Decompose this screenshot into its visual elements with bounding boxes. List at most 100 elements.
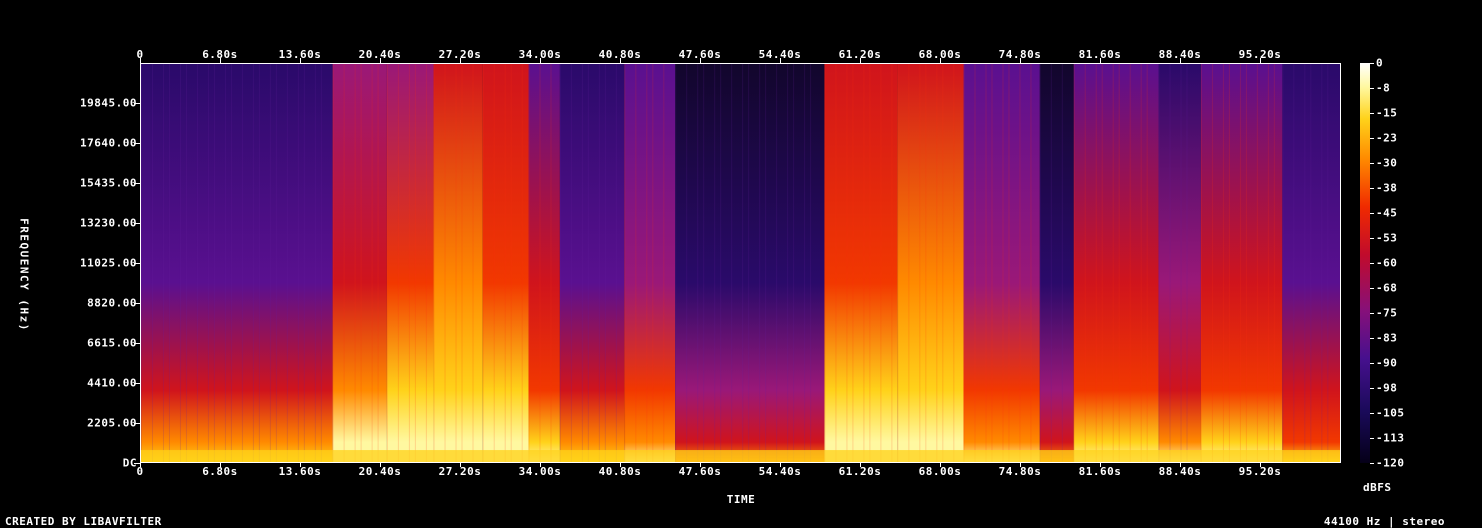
spectrogram-streak bbox=[151, 64, 153, 462]
colorbar-tick-mark bbox=[1370, 188, 1374, 189]
spectrogram-streak bbox=[377, 64, 379, 462]
y-tick-label: 19845.00 bbox=[80, 96, 137, 110]
x-tick-mark bbox=[220, 463, 221, 467]
colorbar-tick-label: -120 bbox=[1376, 456, 1405, 470]
spectrogram-streak bbox=[646, 64, 648, 462]
spectrogram-streak bbox=[587, 64, 589, 462]
spectrogram-streak bbox=[604, 64, 606, 462]
spectrogram-streak bbox=[731, 64, 733, 462]
spectrogram-segment bbox=[824, 64, 898, 462]
x-tick-mark bbox=[1100, 463, 1101, 467]
spectrogram-streak bbox=[1321, 64, 1323, 462]
spectrogram-segment bbox=[1039, 64, 1074, 462]
spectrogram-streak bbox=[343, 64, 345, 462]
y-tick-mark bbox=[134, 143, 140, 144]
spectrogram-streak bbox=[207, 64, 209, 462]
spectrogram-streak bbox=[510, 64, 512, 462]
spectrogram-streak bbox=[1030, 64, 1032, 462]
spectrogram-streak bbox=[141, 64, 142, 462]
y-tick-label: 6615.00 bbox=[87, 336, 137, 350]
spectrogram-streak bbox=[425, 64, 427, 462]
spectrogram-streak bbox=[1293, 64, 1295, 462]
spectrogram-streak bbox=[846, 64, 848, 462]
spectrogram-streak bbox=[168, 64, 170, 462]
spectrogram-streak bbox=[1245, 64, 1247, 462]
spectrogram-streak bbox=[1228, 64, 1230, 462]
spectrogram-streak bbox=[444, 64, 446, 462]
colorbar-tick-mark bbox=[1370, 288, 1374, 289]
y-tick-mark bbox=[134, 103, 140, 104]
colorbar-tick-label: -60 bbox=[1376, 256, 1398, 270]
spectrogram-streak bbox=[863, 64, 865, 462]
colorbar bbox=[1360, 63, 1370, 463]
colorbar-tick-label: -90 bbox=[1376, 356, 1398, 370]
colorbar-tick-mark bbox=[1370, 213, 1374, 214]
y-tick-label: 17640.00 bbox=[80, 136, 137, 150]
spectrogram-streak bbox=[686, 64, 688, 462]
colorbar-tick-label: -68 bbox=[1376, 281, 1398, 295]
spectrogram-streak bbox=[1002, 64, 1004, 462]
spectrogram-streak bbox=[482, 64, 484, 462]
colorbar-tick-mark bbox=[1370, 438, 1374, 439]
spectrogram-streak bbox=[615, 64, 617, 462]
colorbar-tick-label: -98 bbox=[1376, 381, 1398, 395]
spectrogram-streak bbox=[230, 64, 232, 462]
y-tick-mark bbox=[134, 343, 140, 344]
colorbar-tick-mark bbox=[1370, 338, 1374, 339]
spectrogram-streak bbox=[936, 64, 938, 462]
colorbar-tick-label: -105 bbox=[1376, 406, 1405, 420]
spectrogram-streak bbox=[297, 64, 299, 462]
colorbar-tick-mark bbox=[1370, 63, 1374, 64]
spectrogram-streak bbox=[455, 64, 457, 462]
y-tick-mark bbox=[134, 423, 140, 424]
spectrogram-streak bbox=[354, 64, 356, 462]
spectrogram-streak bbox=[742, 64, 744, 462]
spectrogram-streak bbox=[1256, 64, 1258, 462]
spectrogram-streak bbox=[925, 64, 927, 462]
x-axis-label: TIME bbox=[726, 493, 756, 506]
spectrogram-streak bbox=[1267, 64, 1269, 462]
x-tick-mark bbox=[1100, 58, 1101, 63]
x-tick-mark bbox=[1260, 463, 1261, 467]
y-axis-label: FREQUENCY (Hz) bbox=[17, 218, 31, 332]
spectrogram-streak bbox=[397, 64, 399, 462]
colorbar-tick-label: 0 bbox=[1376, 56, 1384, 70]
spectrogram-streak bbox=[386, 64, 388, 462]
spectrogram-streak bbox=[897, 64, 899, 462]
spectrogram-segment bbox=[528, 64, 560, 462]
spectrogram-streak bbox=[320, 64, 322, 462]
spectrogram-streak bbox=[953, 64, 955, 462]
spectrogram-streak bbox=[908, 64, 910, 462]
spectrogram-streak bbox=[652, 64, 654, 462]
spectrogram-streak bbox=[1146, 64, 1148, 462]
spectrogram-segment bbox=[332, 64, 387, 462]
x-tick-mark bbox=[620, 58, 621, 63]
spectrogram-streak bbox=[991, 64, 993, 462]
spectrogram-streak bbox=[1112, 64, 1114, 462]
spectrogram-streak bbox=[504, 64, 506, 462]
spectrogram-streak bbox=[1222, 64, 1224, 462]
spectrogram-streak bbox=[1019, 64, 1021, 462]
spectrogram-streak bbox=[663, 64, 665, 462]
spectrogram-streak bbox=[332, 64, 334, 462]
colorbar-tick-mark bbox=[1370, 313, 1374, 314]
spectrogram-streak bbox=[1180, 64, 1182, 462]
x-tick-mark bbox=[940, 58, 941, 63]
spectrogram-streak bbox=[570, 64, 572, 462]
spectrogram-streak bbox=[196, 64, 198, 462]
spectrogram-segment bbox=[1200, 64, 1283, 462]
spectrogram-streak bbox=[824, 64, 826, 462]
colorbar-tick-label: -23 bbox=[1376, 131, 1398, 145]
spectrogram-plot bbox=[140, 63, 1341, 463]
x-tick-mark bbox=[860, 463, 861, 467]
spectrogram-streak bbox=[1169, 64, 1171, 462]
spectrogram-streak bbox=[697, 64, 699, 462]
colorbar-tick-mark bbox=[1370, 263, 1374, 264]
spectrogram-streak bbox=[1158, 64, 1160, 462]
spectrogram-streak bbox=[539, 64, 541, 462]
x-tick-mark bbox=[1020, 58, 1021, 63]
colorbar-tick-mark bbox=[1370, 238, 1374, 239]
x-tick-mark bbox=[220, 58, 221, 63]
colorbar-tick-label: -30 bbox=[1376, 156, 1398, 170]
y-tick-label: 13230.00 bbox=[80, 216, 137, 230]
